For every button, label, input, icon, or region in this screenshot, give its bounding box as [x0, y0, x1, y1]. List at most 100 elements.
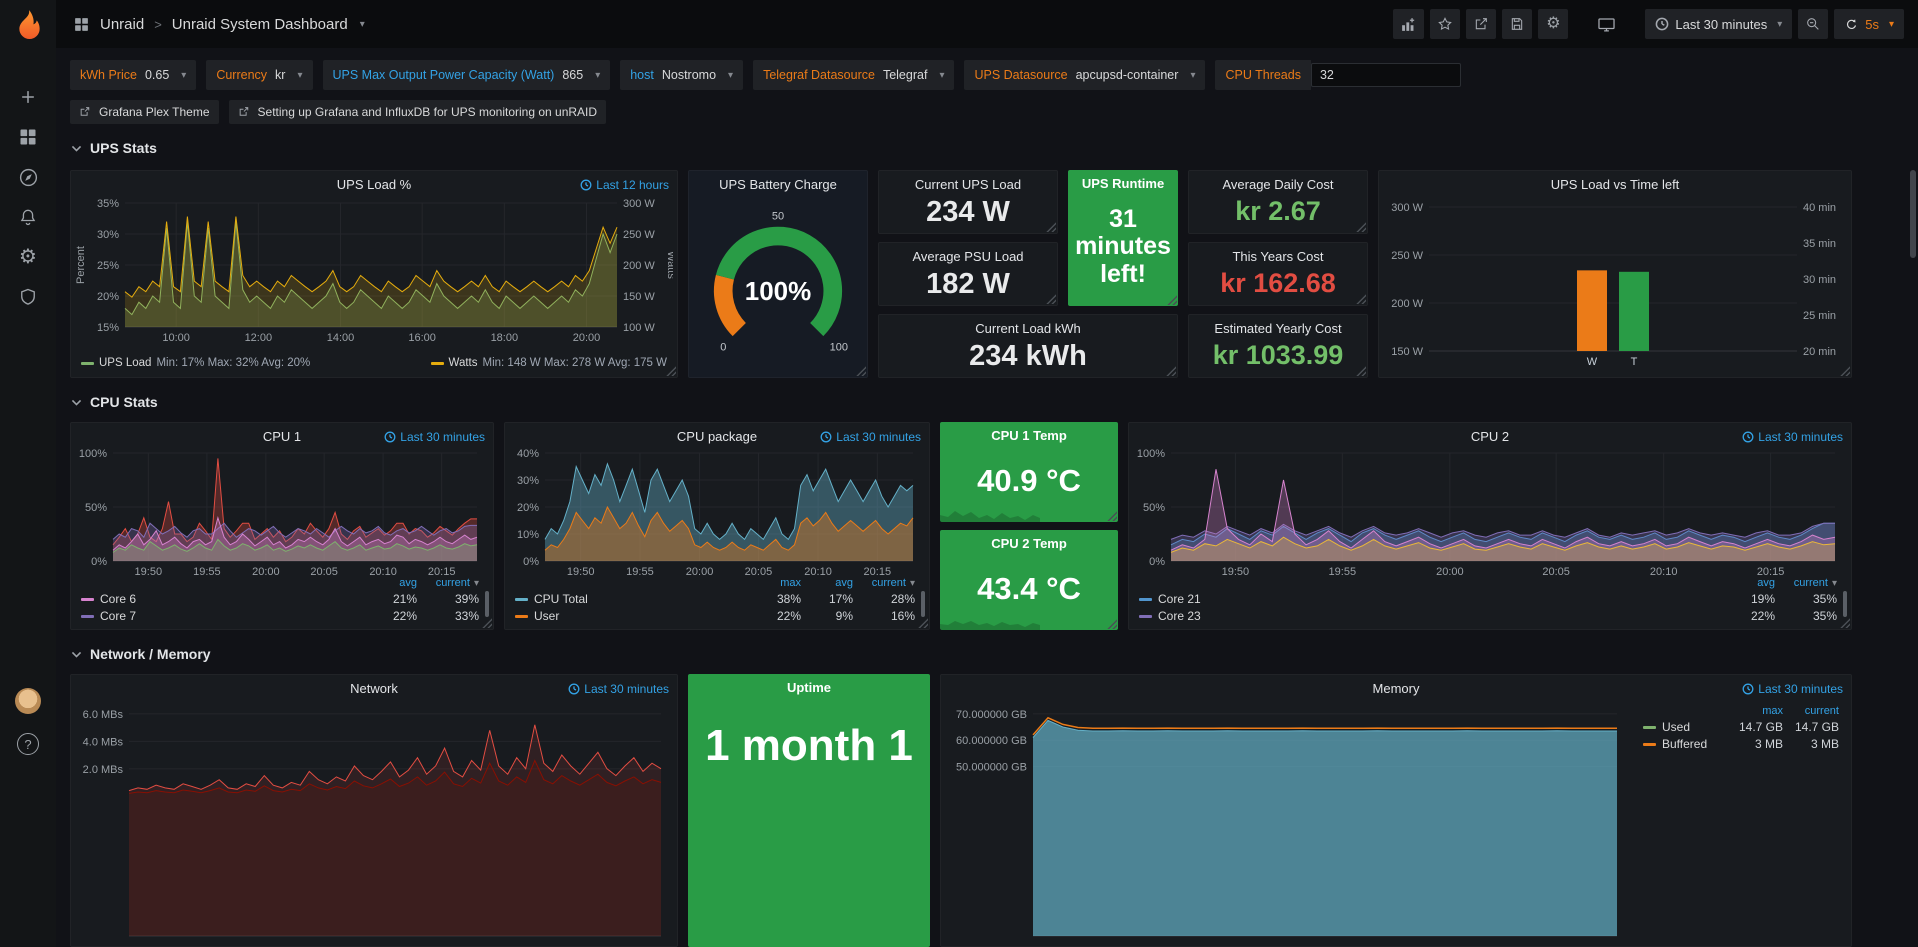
- ups-load-chart[interactable]: 35%30%25%20%15%300 W250 W200 W150 W100 W…: [75, 197, 673, 345]
- legend-sort-current[interactable]: current▾: [853, 577, 915, 589]
- legend-series[interactable]: Core 7: [81, 609, 365, 623]
- link-grafana-plex-theme[interactable]: Grafana Plex Theme: [70, 100, 219, 124]
- panel-title[interactable]: This Years Cost: [1232, 249, 1323, 264]
- row-header-network-memory[interactable]: Network / Memory: [70, 646, 211, 662]
- panel-resize-handle[interactable]: [1840, 618, 1850, 628]
- breadcrumb-page[interactable]: Unraid System Dashboard: [172, 16, 348, 33]
- panel-title[interactable]: Estimated Yearly Cost: [1214, 321, 1341, 336]
- cycle-view-button[interactable]: [1590, 9, 1623, 39]
- panel-title[interactable]: CPU package: [677, 429, 757, 444]
- legend-sort-avg[interactable]: avg: [365, 577, 417, 589]
- legend-series[interactable]: Used: [1643, 720, 1727, 734]
- legend-item[interactable]: WattsMin: 148 W Max: 278 W Avg: 175 W: [431, 357, 667, 369]
- legend-series[interactable]: Core 23: [1139, 609, 1723, 623]
- dashboard-settings-button[interactable]: ⚙: [1538, 9, 1568, 39]
- cpu-package-chart[interactable]: 40%30%20%10%0%19:5019:5520:0020:0520:102…: [509, 447, 923, 579]
- panel-title[interactable]: UPS Runtime: [1082, 176, 1164, 191]
- variable-ups-max-output[interactable]: UPS Max Output Power Capacity (Watt)865▾: [323, 60, 611, 90]
- zoom-out-button[interactable]: [1798, 9, 1828, 39]
- panel-timerange[interactable]: Last 12 hours: [580, 178, 669, 192]
- panel-timerange[interactable]: Last 30 minutes: [1742, 430, 1843, 444]
- panel-title[interactable]: CPU 1: [263, 429, 301, 444]
- time-range-label: Last 30 minutes: [1675, 17, 1767, 32]
- help-icon[interactable]: ?: [17, 733, 39, 755]
- cpu-threads-input[interactable]: 32: [1311, 63, 1461, 87]
- page-scrollbar-thumb[interactable]: [1910, 170, 1916, 258]
- avatar[interactable]: [15, 688, 41, 714]
- panel-title[interactable]: CPU 1 Temp: [991, 428, 1067, 443]
- panel-resize-handle[interactable]: [918, 618, 928, 628]
- cpu1-chart[interactable]: 100%50%0%19:5019:5520:0020:0520:1020:15: [75, 447, 487, 579]
- panel-title[interactable]: CPU 2: [1471, 429, 1509, 444]
- panel-title[interactable]: Average Daily Cost: [1222, 177, 1333, 192]
- link-ups-monitoring-guide[interactable]: Setting up Grafana and InfluxDB for UPS …: [229, 100, 607, 124]
- legend-series[interactable]: User: [515, 609, 749, 623]
- share-button[interactable]: [1466, 9, 1496, 39]
- panel-resize-handle[interactable]: [666, 366, 676, 376]
- ups-bar-chart[interactable]: 300 W250 W200 W150 W40 min35 min30 min25…: [1385, 201, 1845, 369]
- time-range-picker[interactable]: Last 30 minutes ▾: [1645, 9, 1792, 39]
- panel-resize-handle[interactable]: [482, 618, 492, 628]
- legend-sort-current[interactable]: current▾: [1775, 577, 1837, 589]
- grafana-logo[interactable]: [13, 9, 43, 39]
- panel-title[interactable]: Uptime: [787, 680, 831, 695]
- variable-telegraf-datasource[interactable]: Telegraf DatasourceTelegraf▾: [753, 60, 954, 90]
- panel-timerange[interactable]: Last 30 minutes: [568, 682, 669, 696]
- variable-ups-datasource[interactable]: UPS Datasourceapcupsd-container▾: [964, 60, 1205, 90]
- panel-title[interactable]: Current Load kWh: [975, 321, 1081, 336]
- variable-currency[interactable]: Currencykr▾: [206, 60, 312, 90]
- legend-sort-max[interactable]: max: [1727, 705, 1783, 717]
- apps-grid-icon[interactable]: [70, 13, 92, 35]
- add-panel-button[interactable]: [1393, 9, 1424, 39]
- configuration-icon[interactable]: ⚙: [17, 246, 39, 268]
- legend-sort-current[interactable]: current: [1783, 705, 1839, 717]
- row-header-ups-stats[interactable]: UPS Stats: [70, 140, 157, 156]
- star-button[interactable]: [1430, 9, 1460, 39]
- panel-title[interactable]: Memory: [1373, 681, 1420, 696]
- legend-sort-avg[interactable]: avg: [801, 577, 853, 589]
- legend-sort-avg[interactable]: avg: [1723, 577, 1775, 589]
- panel-title[interactable]: UPS Load %: [337, 177, 411, 192]
- chevron-down-icon[interactable]: ▾: [360, 19, 365, 30]
- svg-text:50%: 50%: [1143, 502, 1165, 514]
- create-icon[interactable]: [17, 86, 39, 108]
- legend-item[interactable]: UPS LoadMin: 17% Max: 32% Avg: 20%: [81, 357, 310, 369]
- cpu2-chart[interactable]: 100%50%0%19:5019:5520:0020:0520:1020:15: [1133, 447, 1845, 579]
- legend-sort-current[interactable]: current▾: [417, 577, 479, 589]
- breadcrumb-app[interactable]: Unraid: [100, 16, 144, 33]
- save-button[interactable]: [1502, 9, 1532, 39]
- panel-title[interactable]: Network: [350, 681, 398, 696]
- row-header-cpu-stats[interactable]: CPU Stats: [70, 394, 158, 410]
- legend-sort-max[interactable]: max: [749, 577, 801, 589]
- legend-row: CPU Total38%17%28%: [515, 592, 915, 606]
- legend-series[interactable]: Core 6: [81, 592, 365, 606]
- panel-title[interactable]: Average PSU Load: [912, 249, 1023, 264]
- panel-timerange[interactable]: Last 30 minutes: [1742, 682, 1843, 696]
- panel-timerange[interactable]: Last 30 minutes: [384, 430, 485, 444]
- legend-scrollbar[interactable]: [485, 591, 489, 617]
- dashboards-icon[interactable]: [17, 126, 39, 148]
- memory-chart[interactable]: 70.000000 GB60.000000 GB50.000000 GB: [945, 701, 1627, 942]
- explore-icon[interactable]: [17, 166, 39, 188]
- legend-series[interactable]: Buffered: [1643, 737, 1727, 751]
- legend-scrollbar[interactable]: [1843, 591, 1847, 617]
- legend-series[interactable]: Core 21: [1139, 592, 1723, 606]
- legend-series[interactable]: CPU Total: [515, 592, 749, 606]
- variable-host[interactable]: hostNostromo▾: [620, 60, 743, 90]
- battery-gauge[interactable]: 050100100%: [695, 199, 861, 369]
- sparkline: [940, 500, 1040, 522]
- variable-kwh-price[interactable]: kWh Price0.65▾: [70, 60, 196, 90]
- panel-title[interactable]: UPS Load vs Time left: [1551, 177, 1680, 192]
- refresh-button[interactable]: 5s ▾: [1834, 9, 1904, 39]
- panel-ups-runtime: UPS Runtime 31 minutes left!: [1068, 170, 1178, 306]
- network-chart[interactable]: 6.0 MBs4.0 MBs2.0 MBs: [75, 701, 671, 942]
- legend-scrollbar[interactable]: [921, 591, 925, 617]
- panel-title[interactable]: UPS Battery Charge: [719, 177, 837, 192]
- panel-title[interactable]: CPU 2 Temp: [991, 536, 1067, 551]
- alerting-icon[interactable]: [17, 206, 39, 228]
- server-admin-icon[interactable]: [17, 286, 39, 308]
- panel-timerange[interactable]: Last 30 minutes: [820, 430, 921, 444]
- legend-row: Core 722%33%: [81, 609, 479, 623]
- panel-title[interactable]: Current UPS Load: [915, 177, 1021, 192]
- svg-text:25%: 25%: [97, 260, 119, 272]
